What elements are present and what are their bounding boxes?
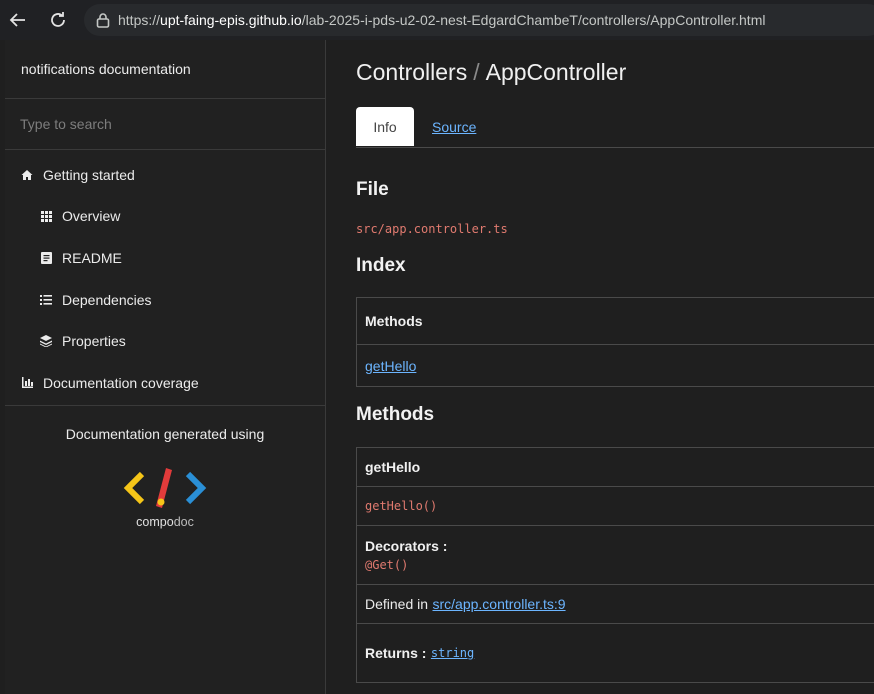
- method-signature: getHello(): [365, 499, 438, 513]
- list-icon: [40, 294, 52, 306]
- method-index-link[interactable]: getHello: [365, 358, 416, 374]
- breadcrumb-current: AppController: [485, 59, 627, 85]
- tab-info[interactable]: Info: [356, 107, 414, 146]
- sidebar-item-getting-started[interactable]: Getting started: [5, 154, 325, 196]
- defined-in-row: Defined in src/app.controller.ts:9: [357, 585, 874, 624]
- index-heading: Index: [356, 255, 406, 276]
- main-content: Controllers / AppController Info Source Fi…: [356, 40, 874, 694]
- browser-toolbar: https://upt-faing-epis.github.io/lab-202…: [0, 0, 874, 40]
- sidebar-item-label: README: [62, 249, 122, 266]
- compodoc-logo-text: compodoc: [136, 515, 194, 529]
- sidebar-item-documentation-coverage[interactable]: Documentation coverage: [5, 362, 325, 404]
- decorators-row: Decorators : @Get(): [357, 526, 874, 585]
- search-placeholder: Type to search: [20, 116, 112, 132]
- sidebar-item-dependencies[interactable]: Dependencies: [5, 279, 325, 321]
- tab-source[interactable]: Source: [432, 107, 476, 147]
- sidebar-item-label: Properties: [62, 333, 126, 350]
- decorators-label: Decorators :: [365, 538, 448, 554]
- index-table-row: getHello: [357, 345, 874, 386]
- defined-in-label: Defined in: [365, 596, 429, 612]
- method-signature-row: getHello(): [357, 487, 874, 526]
- compodoc-logo[interactable]: compodoc: [120, 462, 210, 529]
- sidebar-item-label: Documentation coverage: [43, 374, 199, 391]
- defined-in-link[interactable]: src/app.controller.ts:9: [433, 596, 566, 612]
- sidebar: notifications documentation Type to sear…: [5, 40, 326, 694]
- search-input[interactable]: Type to search: [5, 99, 325, 150]
- returns-row: Returns : string: [357, 624, 874, 682]
- methods-heading: Methods: [356, 404, 435, 425]
- file-heading: File: [356, 179, 389, 200]
- sidebar-title[interactable]: notifications documentation: [5, 40, 325, 99]
- sidebar-item-label: Getting started: [43, 166, 135, 183]
- book-icon: [40, 251, 52, 264]
- index-table-header: Methods: [357, 298, 874, 345]
- sidebar-item-label: Overview: [62, 208, 121, 225]
- method-detail-table: getHello getHello() Decorators : @Get() …: [356, 447, 874, 683]
- back-arrow-icon: [9, 13, 25, 27]
- breadcrumb: Controllers / AppController: [356, 59, 626, 86]
- sidebar-menu: Getting started Overview README Dependen…: [5, 150, 325, 406]
- sidebar-footer: Documentation generated using compodoc: [5, 406, 325, 529]
- returns-label: Returns :: [365, 645, 427, 661]
- url-text: https://upt-faing-epis.github.io/lab-202…: [118, 12, 766, 28]
- generated-using-text: Documentation generated using: [65, 426, 265, 442]
- sidebar-item-properties[interactable]: Properties: [5, 320, 325, 362]
- compodoc-logo-icon: [123, 468, 207, 508]
- reload-icon: [51, 12, 65, 27]
- returns-type-link[interactable]: string: [431, 646, 474, 660]
- method-name-row: getHello: [357, 448, 874, 487]
- reload-button[interactable]: [40, 0, 76, 40]
- grid-icon: [40, 210, 52, 222]
- method-name: getHello: [365, 459, 421, 475]
- decorator-value: @Get(): [365, 558, 409, 572]
- index-table: Methods getHello: [356, 297, 874, 387]
- address-bar[interactable]: https://upt-faing-epis.github.io/lab-202…: [84, 4, 874, 36]
- layers-icon: [40, 335, 52, 348]
- breadcrumb-root[interactable]: Controllers: [356, 59, 467, 85]
- bar-chart-icon: [21, 377, 33, 389]
- site-info-icon[interactable]: [88, 12, 118, 28]
- file-path: src/app.controller.ts: [356, 222, 508, 236]
- sidebar-item-overview[interactable]: Overview: [5, 196, 325, 238]
- back-button[interactable]: [0, 0, 36, 40]
- home-icon: [21, 169, 33, 181]
- tab-bar: Info Source: [356, 107, 874, 148]
- sidebar-item-label: Dependencies: [62, 291, 152, 308]
- sidebar-item-readme[interactable]: README: [5, 237, 325, 279]
- breadcrumb-separator: /: [473, 59, 480, 85]
